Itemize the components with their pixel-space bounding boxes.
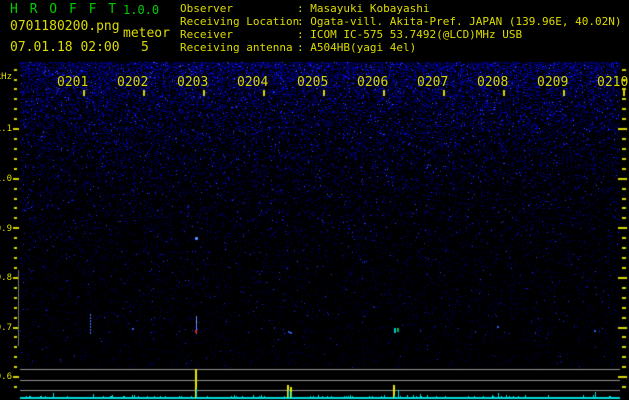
receiver-info-block: Observer : Masayuki Kobayashi Receiving Lo… xyxy=(180,2,622,54)
spectrogram-canvas xyxy=(0,0,629,400)
info-row: Receiving Location: Ogata-vill. Akita-Pr… xyxy=(180,15,622,28)
version-label: 1.0.0 xyxy=(123,3,160,17)
info-value: : Masayuki Kobayashi xyxy=(297,2,430,15)
info-label: Receiver xyxy=(180,28,233,41)
observation-datetime: 07.01.18 02:00 xyxy=(10,40,120,55)
app-title: H R O F F T xyxy=(10,2,119,17)
info-value: : A504HB(yagi 4el) xyxy=(297,41,417,54)
hrofft-output-screen: H R O F F T 1.0.0 0701180200.png meteor … xyxy=(0,0,629,400)
meteor-count: 5 xyxy=(141,40,149,55)
info-row: Observer : Masayuki Kobayashi xyxy=(180,2,622,15)
info-label: Receiving Location xyxy=(180,15,300,28)
info-value: : ICOM IC-575 53.7492(@LCD)MHz USB xyxy=(297,28,523,41)
info-row: Receiving antenna : A504HB(yagi 4el) xyxy=(180,41,622,54)
info-label: Receiving antenna xyxy=(180,41,293,54)
info-label: Observer xyxy=(180,2,233,15)
output-filename: 0701180200.png xyxy=(10,19,120,34)
info-row: Receiver : ICOM IC-575 53.7492(@LCD)MHz U… xyxy=(180,28,622,41)
mode-label: meteor xyxy=(123,26,170,41)
info-value: : Ogata-vill. Akita-Pref. JAPAN (139.96E… xyxy=(297,15,622,28)
